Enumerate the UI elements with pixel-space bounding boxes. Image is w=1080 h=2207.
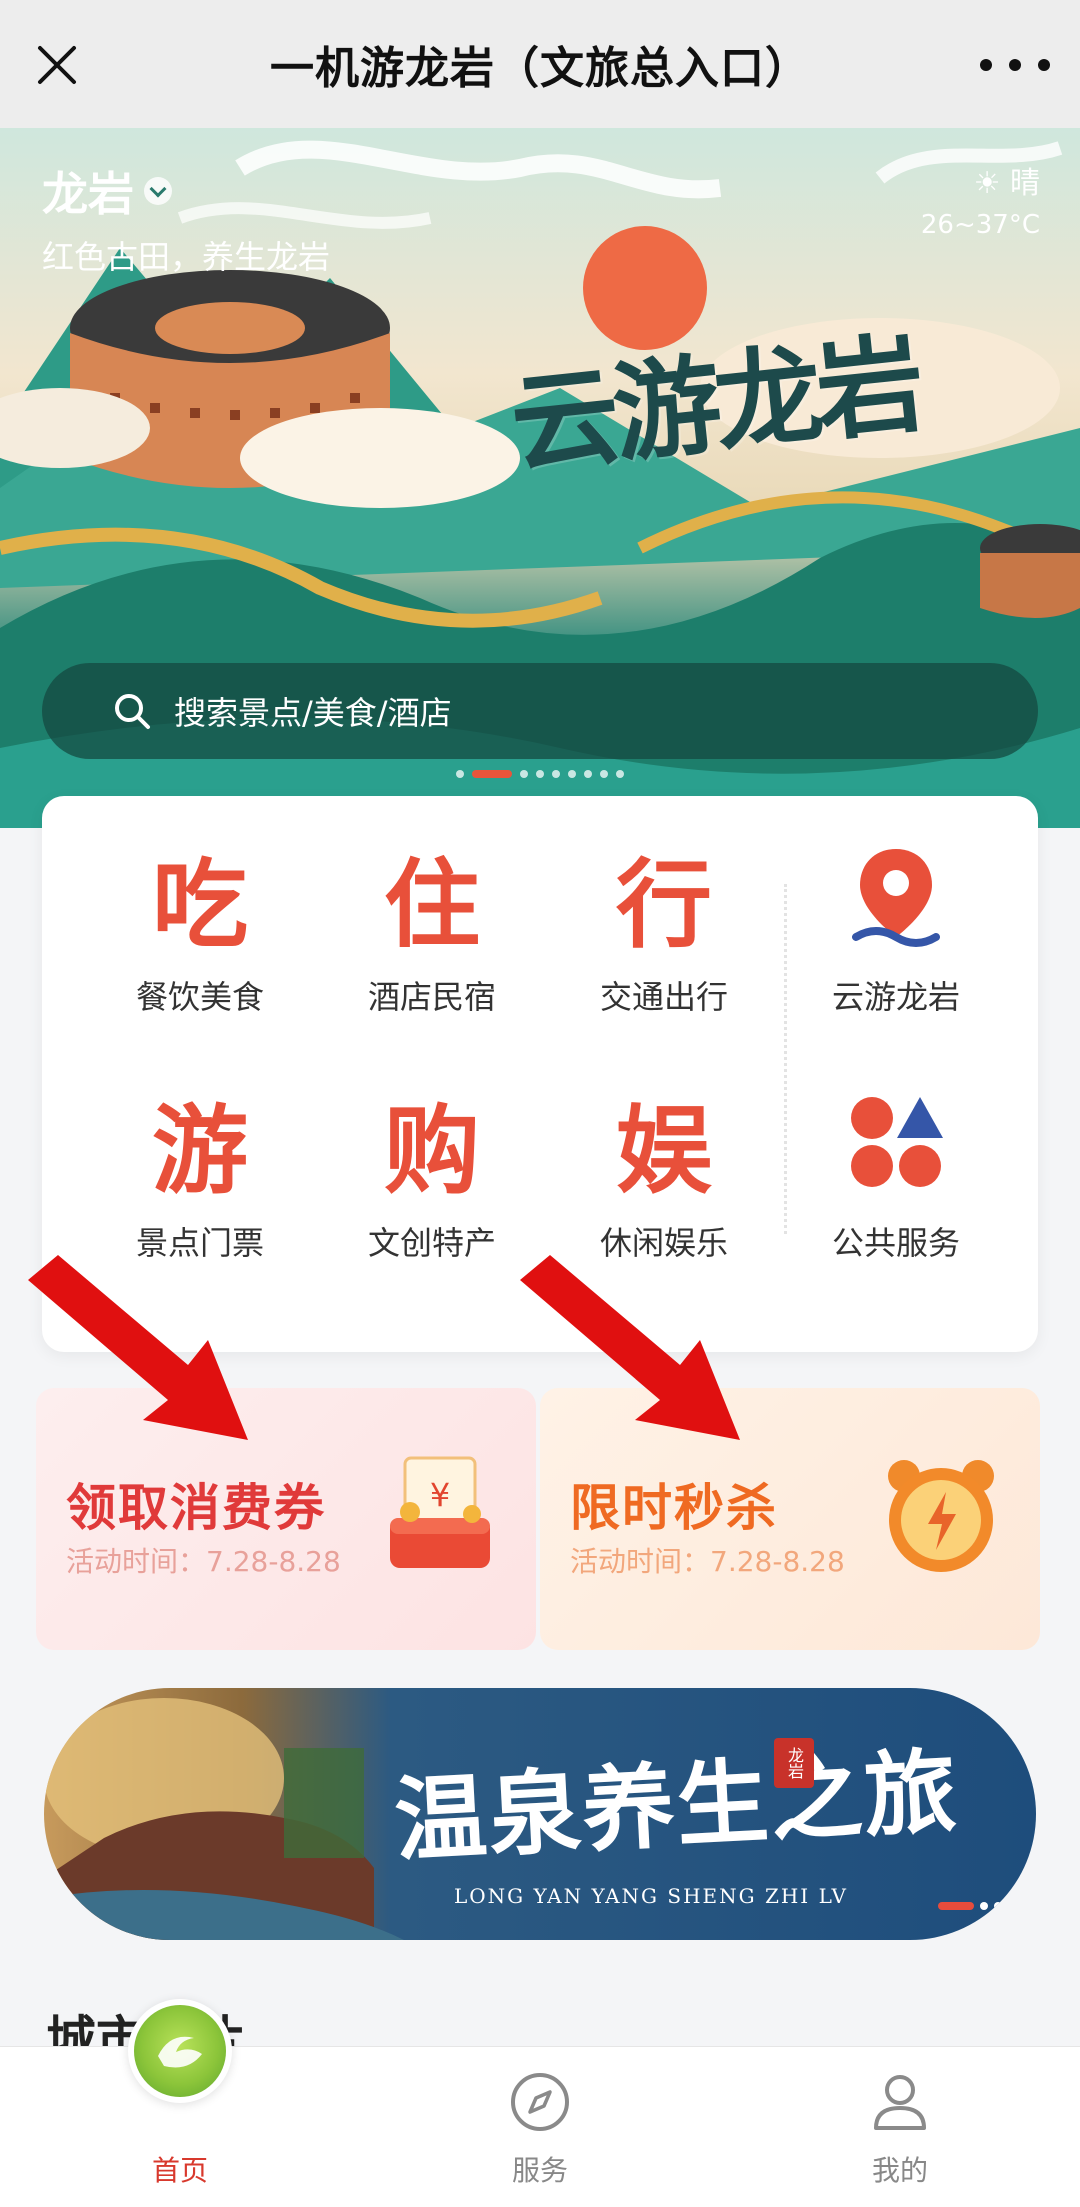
grid-item-hotel[interactable]: 住 酒店民宿 — [316, 836, 548, 1018]
coupon-title: 领取消费券 — [66, 1479, 326, 1537]
flash-sale-period: 活动时间：7.28-8.28 — [570, 1545, 845, 1578]
tab-services[interactable]: 服务 — [440, 2047, 640, 2189]
banner-carousel-indicator — [938, 1902, 1002, 1910]
banner-subtitle: LONG YAN YANG SHENG ZHI LV — [454, 1884, 848, 1908]
grid-item-entertainment[interactable]: 娱 休闲娱乐 — [548, 1082, 780, 1264]
city-name: 龙岩 — [42, 167, 134, 221]
grid-item-label: 公共服务 — [831, 1224, 960, 1262]
city-slogan: 红色古田，养生龙岩 — [42, 238, 331, 276]
alarm-clock-icon — [888, 1460, 994, 1572]
svg-text:¥: ¥ — [430, 1476, 450, 1514]
temperature-range: 26~37°C — [920, 210, 1040, 240]
grid-item-tour[interactable]: 游 景点门票 — [84, 1082, 316, 1264]
sun-icon: ☀ — [973, 166, 1010, 201]
tab-label: 我的 — [871, 2154, 928, 2187]
hot-spring-photo — [44, 1698, 404, 1940]
transport-icon: 行 — [616, 847, 712, 961]
grid-item-label: 酒店民宿 — [367, 978, 496, 1016]
close-icon[interactable] — [30, 38, 84, 92]
grid-item-transport[interactable]: 行 交通出行 — [548, 836, 780, 1018]
page-title: 一机游龙岩（文旅总入口） — [270, 43, 810, 94]
coupon-icon: ¥ — [390, 1456, 490, 1568]
hot-spring-banner[interactable]: 温泉养生之旅 龙岩 LONG YAN YANG SHENG ZHI LV — [44, 1688, 1036, 1940]
weather-widget: ☀ 晴 26~37°C — [921, 158, 1040, 240]
banner-seal: 龙岩 — [774, 1738, 814, 1788]
shopping-icon: 购 — [384, 1093, 480, 1207]
entertainment-icon: 娱 — [616, 1093, 712, 1207]
search-placeholder: 搜索景点/美食/酒店 — [174, 694, 452, 732]
grid-item-public-service[interactable]: 公共服务 — [780, 1082, 1012, 1264]
hero-banner[interactable]: 龙岩 红色古田，养生龙岩 ☀ 晴 26~37°C 云游龙岩 搜索景点/美食/酒店 — [0, 128, 1080, 828]
grid-item-label: 交通出行 — [599, 978, 728, 1016]
grid-item-dining[interactable]: 吃 餐饮美食 — [84, 836, 316, 1018]
red-arrow-left — [28, 1255, 248, 1440]
flash-sale-title: 限时秒杀 — [570, 1479, 778, 1537]
public-service-icon — [780, 1082, 1012, 1202]
tab-label: 首页 — [151, 2154, 208, 2187]
grid-item-shopping[interactable]: 购 文创特产 — [316, 1082, 548, 1264]
tab-home[interactable]: 首页 — [80, 1999, 280, 2189]
user-icon — [874, 2075, 926, 2130]
dining-icon: 吃 — [152, 847, 248, 961]
coupon-period: 活动时间：7.28-8.28 — [66, 1545, 341, 1578]
chevron-down-icon — [144, 177, 172, 205]
hotel-icon: 住 — [384, 847, 480, 961]
weather-condition: 晴 — [1010, 166, 1040, 201]
grid-item-cloud-tour[interactable]: 云游龙岩 — [780, 836, 1012, 1018]
carousel-indicator — [0, 770, 1080, 778]
grid-item-label: 云游龙岩 — [831, 978, 960, 1016]
location-pin-icon — [780, 836, 1012, 956]
home-icon — [128, 1999, 232, 2103]
banner-title: 温泉养生之旅 — [391, 1737, 961, 1875]
tab-profile[interactable]: 我的 — [800, 2047, 1000, 2189]
title-bar: 一机游龙岩（文旅总入口） — [0, 0, 1080, 128]
search-icon — [115, 694, 150, 729]
grid-item-label: 餐饮美食 — [135, 978, 264, 1016]
compass-icon — [511, 2073, 569, 2131]
more-icon[interactable] — [980, 40, 1050, 90]
tour-icon: 游 — [152, 1093, 248, 1207]
tab-label: 服务 — [511, 2154, 568, 2187]
city-selector[interactable]: 龙岩 — [42, 158, 172, 224]
search-bar[interactable]: 搜索景点/美食/酒店 — [42, 663, 1038, 759]
bottom-tab-bar: 首页 服务 我的 — [0, 1999, 1080, 2207]
red-arrow-right — [520, 1255, 740, 1440]
